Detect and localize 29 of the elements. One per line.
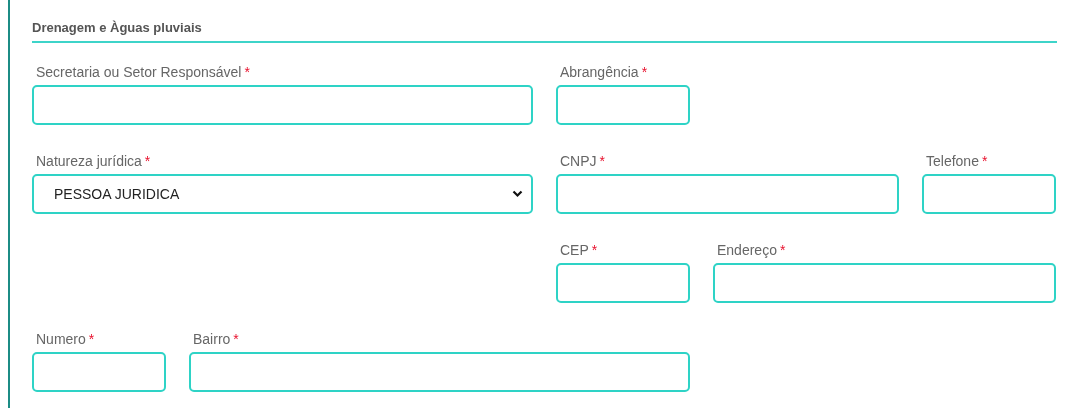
- input-field[interactable]: [713, 263, 1056, 303]
- required-mark: *: [244, 64, 250, 80]
- required-mark: *: [641, 64, 648, 80]
- required-mark: *: [88, 331, 95, 347]
- required-mark: *: [233, 331, 239, 347]
- field-label: CNPJ: [560, 153, 597, 169]
- section-title: Drenagem e Àguas pluviais: [32, 20, 1057, 43]
- input-field[interactable]: [556, 263, 690, 303]
- field-label: Bairro: [193, 331, 231, 347]
- required-mark: *: [591, 242, 598, 258]
- input-field[interactable]: [189, 352, 690, 392]
- field-label: Secretaria ou Setor Responsável: [36, 64, 242, 80]
- chevron-down-icon: [512, 190, 523, 198]
- field-label: Numero: [36, 331, 86, 347]
- input-field[interactable]: [556, 174, 899, 214]
- input-field[interactable]: [32, 352, 166, 392]
- required-mark: *: [599, 153, 605, 169]
- field-label: Telefone: [926, 153, 979, 169]
- required-mark: *: [144, 153, 151, 169]
- required-mark: *: [981, 153, 988, 169]
- field-label: CEP: [560, 242, 589, 258]
- field-label: Endereço: [717, 242, 777, 258]
- select-field[interactable]: PESSOA JURIDICA: [32, 174, 533, 214]
- field-label: Abrangência: [560, 64, 639, 80]
- field-label: Natureza jurídica: [36, 153, 142, 169]
- input-field[interactable]: [32, 85, 533, 125]
- input-field[interactable]: [922, 174, 1056, 214]
- input-field[interactable]: [556, 85, 690, 125]
- required-mark: *: [779, 242, 786, 258]
